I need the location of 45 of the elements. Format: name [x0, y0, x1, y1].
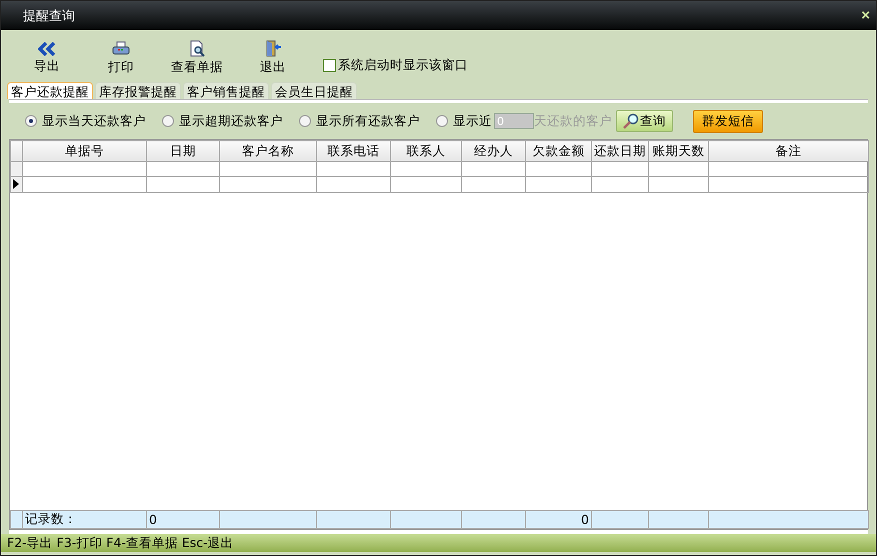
tab[interactable]: 客户销售提醒 — [183, 82, 269, 99]
column-header[interactable]: 联系电话 — [316, 140, 390, 162]
radio-button[interactable] — [25, 115, 37, 127]
radio-button[interactable] — [299, 115, 311, 127]
double-chevron-icon — [38, 42, 56, 56]
column-header[interactable]: 联系人 — [390, 140, 462, 162]
radio-button[interactable] — [162, 115, 174, 127]
shortcut-hints: F2-导出 F3-打印 F4-查看单据 Esc-退出 — [7, 534, 234, 552]
column-header[interactable]: 欠款金额 — [526, 140, 592, 162]
printer-icon — [112, 40, 130, 56]
tab[interactable]: 客户还款提醒 — [7, 82, 93, 99]
close-button[interactable]: × — [861, 7, 870, 24]
window-title: 提醒查询 — [23, 8, 75, 24]
document-search-icon — [188, 40, 206, 57]
corner-header — [10, 140, 22, 162]
radio-label: 显示超期还款客户 — [179, 112, 283, 130]
days-suffix-label: 天还款的客户 — [534, 112, 612, 130]
query-button[interactable]: 查询 — [616, 110, 673, 132]
column-header[interactable]: 单据号 — [22, 140, 146, 162]
toolbar-button[interactable]: 查看单据 — [171, 40, 223, 76]
toolbar-button[interactable]: 导出 — [23, 42, 71, 74]
row-indicator[interactable] — [10, 176, 22, 192]
radio-label: 显示当天还款客户 — [42, 112, 146, 130]
radio-button[interactable] — [436, 115, 448, 127]
footer-total: 0 — [581, 512, 589, 527]
radio-label: 显示近 — [453, 112, 492, 130]
column-header[interactable]: 日期 — [146, 140, 220, 162]
column-header[interactable]: 账期天数 — [648, 140, 708, 162]
current-row-icon — [13, 179, 19, 189]
column-header[interactable]: 客户名称 — [220, 140, 316, 162]
record-count-label: 记录数： — [22, 510, 146, 528]
sms-button[interactable]: 群发短信 — [693, 110, 763, 132]
tab[interactable]: 会员生日提醒 — [271, 82, 357, 99]
column-header[interactable]: 还款日期 — [592, 140, 648, 162]
exit-door-icon — [264, 40, 282, 57]
search-icon — [623, 113, 639, 129]
toolbar-button[interactable]: 退出 — [249, 40, 297, 76]
checkbox[interactable] — [323, 58, 336, 72]
footer-total: 0 — [149, 512, 157, 527]
checkbox-label: 系统启动时显示该窗口 — [338, 56, 468, 74]
column-header[interactable]: 经办人 — [462, 140, 526, 162]
column-header[interactable]: 备注 — [708, 140, 868, 162]
toolbar-button[interactable]: 打印 — [97, 40, 145, 76]
tab[interactable]: 库存报警提醒 — [95, 82, 181, 99]
radio-label: 显示所有还款客户 — [316, 112, 420, 130]
